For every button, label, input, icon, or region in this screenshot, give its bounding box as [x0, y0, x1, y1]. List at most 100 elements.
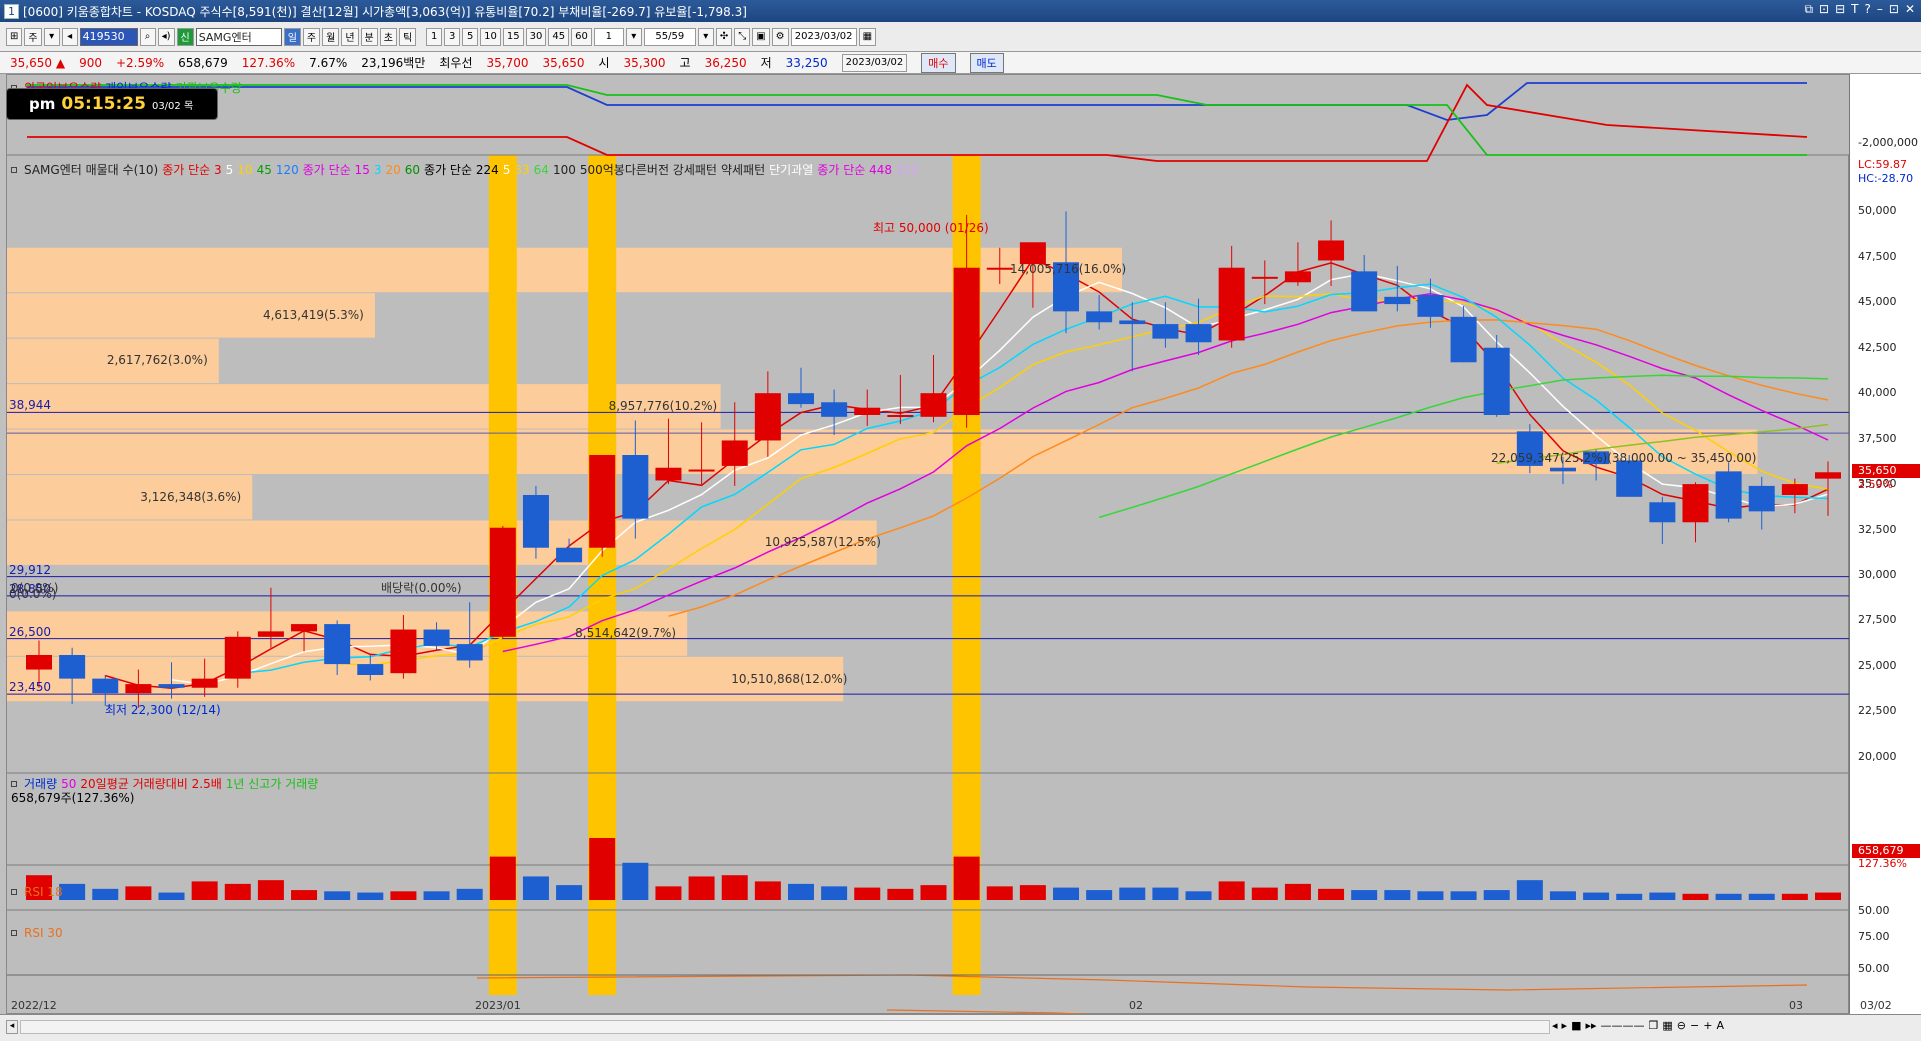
minute-3[interactable]: 3	[444, 27, 461, 46]
x-axis-label: 02	[1129, 999, 1143, 1012]
tab-second[interactable]: 초	[379, 27, 397, 46]
restore-icon[interactable]: ⧉	[1804, 2, 1813, 17]
level-label: 29,912	[9, 562, 51, 577]
search-icon[interactable]: ⌕	[139, 27, 156, 46]
candle-body	[1483, 347, 1510, 415]
best-ask: 35,700	[486, 55, 529, 70]
volume-profile-label: 3,126,348(3.6%)	[140, 489, 242, 504]
volume-bar	[1417, 891, 1444, 900]
crosshair-icon[interactable]: ✣	[715, 27, 733, 46]
candle-body	[291, 624, 318, 632]
stock-code-input[interactable]: 419530	[79, 27, 138, 46]
font-icon[interactable]: A	[1716, 1019, 1724, 1032]
chart-area[interactable]: 외국인보유수량 개인보유수량 기관보유수량 SAMG엔터 매물대 수(10)종가…	[6, 74, 1850, 1015]
tab-week[interactable]: 주	[302, 27, 321, 46]
legend-square-icon	[11, 930, 17, 936]
price-tick: 40,000	[1858, 386, 1897, 400]
sound-icon[interactable]: ◂)	[157, 27, 175, 46]
volume-bar	[1616, 893, 1643, 900]
copy-icon[interactable]: ❐	[1649, 1019, 1659, 1032]
tab-year[interactable]: 년	[341, 27, 359, 46]
x-axis-label: 03	[1789, 999, 1803, 1012]
draw-icon[interactable]: ⤡	[734, 27, 751, 46]
volume-bar	[1483, 890, 1510, 900]
turnover: 7.67%	[309, 55, 348, 70]
chart-type-icon[interactable]: ⊞	[6, 27, 23, 46]
price-legend-item: 약세패턴	[720, 163, 766, 177]
save-icon[interactable]: ▣	[752, 27, 770, 46]
legend-square-icon	[11, 889, 17, 895]
count-input[interactable]: 1	[593, 27, 624, 46]
candle-body	[1417, 295, 1444, 317]
chart-svg[interactable]	[7, 75, 1850, 1015]
candle-body	[390, 629, 417, 674]
open-label: 시	[598, 56, 610, 70]
candle-body	[920, 393, 947, 417]
date-input[interactable]: 2023/03/02	[790, 27, 857, 46]
volume-bar	[456, 888, 483, 900]
grid-icon[interactable]: ▦	[1662, 1019, 1672, 1032]
stop-icon[interactable]: ■	[1571, 1019, 1581, 1032]
candle-body	[1086, 311, 1113, 323]
volume-bar	[622, 862, 649, 900]
sell-button[interactable]: 매도	[969, 52, 1004, 73]
text-icon[interactable]: T	[1851, 2, 1858, 17]
play-next-icon[interactable]: ▸	[1562, 1019, 1568, 1032]
candle-body	[1384, 296, 1411, 305]
period-select[interactable]: 주	[24, 27, 42, 46]
dropdown-chevron-icon[interactable]: ▾	[43, 27, 60, 46]
fast-forward-icon[interactable]: ▸▸	[1585, 1019, 1596, 1032]
price-tick: 50,000	[1858, 204, 1897, 218]
minute-5[interactable]: 5	[462, 27, 479, 46]
tab-tick[interactable]: 틱	[398, 27, 417, 46]
candle-body	[754, 393, 781, 441]
scroll-left-icon[interactable]: ◂	[6, 1020, 18, 1034]
tab-day[interactable]: 일	[283, 27, 301, 46]
volume-bar	[324, 891, 351, 900]
prev-stock-icon[interactable]: ◂	[61, 27, 78, 46]
minus-icon[interactable]: −	[1690, 1019, 1699, 1032]
range-chevron-icon[interactable]: ▾	[697, 27, 714, 46]
count-chevron-icon[interactable]: ▾	[625, 27, 642, 46]
close-icon[interactable]: ✕	[1905, 2, 1915, 17]
x-axis-label: 03/02	[1860, 999, 1892, 1012]
volume-bar	[1516, 880, 1543, 900]
help-icon[interactable]: ?	[1865, 2, 1871, 17]
cascade-icon[interactable]: ⊟	[1835, 2, 1845, 17]
range-field[interactable]: 55/59	[643, 27, 696, 46]
minute-60[interactable]: 60	[571, 27, 592, 46]
candle-body	[1218, 267, 1245, 341]
volume-bar	[1251, 887, 1278, 900]
tab-month[interactable]: 월	[322, 27, 340, 46]
stock-name-field[interactable]: SAMG엔터	[195, 27, 282, 46]
play-prev-icon[interactable]: ◂	[1552, 1019, 1558, 1032]
minute-45[interactable]: 45	[548, 27, 570, 46]
maximize-icon[interactable]: ⊡	[1889, 2, 1899, 17]
minute-30[interactable]: 30	[525, 27, 547, 46]
price-legend-item: 20	[385, 162, 401, 177]
zoom-out-icon[interactable]: ⊖	[1677, 1019, 1686, 1032]
volume-profile-label: 2,617,762(3.0%)	[106, 353, 208, 368]
settings-icon[interactable]: ⚙	[771, 27, 789, 46]
buy-button[interactable]: 매수	[921, 52, 956, 73]
calendar-icon[interactable]: ▦	[858, 27, 877, 46]
tile-icon[interactable]: ⊡	[1819, 2, 1829, 17]
bottom-scrollbar[interactable]: ◂ ◂ ▸ ■ ▸▸ ———— ❐ ▦ ⊖ − + A	[0, 1014, 1921, 1041]
current-pct: 2.59%	[1858, 478, 1893, 492]
minute-15[interactable]: 15	[502, 27, 524, 46]
volume-bar	[1781, 893, 1808, 900]
price-legend-item: 120	[275, 162, 299, 177]
playback-controls[interactable]: ◂ ▸ ■ ▸▸ ———— ❐ ▦ ⊖ − + A	[1552, 1019, 1724, 1032]
best-bid: 35,650	[542, 55, 585, 70]
credit-badge: 신	[176, 27, 194, 46]
volume-bar	[754, 881, 781, 900]
minute-10[interactable]: 10	[480, 27, 501, 46]
plus-icon[interactable]: +	[1703, 1019, 1712, 1032]
zoom-slider[interactable]: ————	[1601, 1019, 1645, 1032]
rsi-layer	[7, 974, 1850, 1015]
minute-1[interactable]: 1	[426, 27, 443, 46]
scroll-track[interactable]	[20, 1020, 1550, 1034]
tab-minute[interactable]: 분	[360, 27, 378, 46]
minimize-icon[interactable]: –	[1877, 2, 1883, 17]
dividend-annotation: 배당락(0.00%)	[381, 581, 462, 595]
